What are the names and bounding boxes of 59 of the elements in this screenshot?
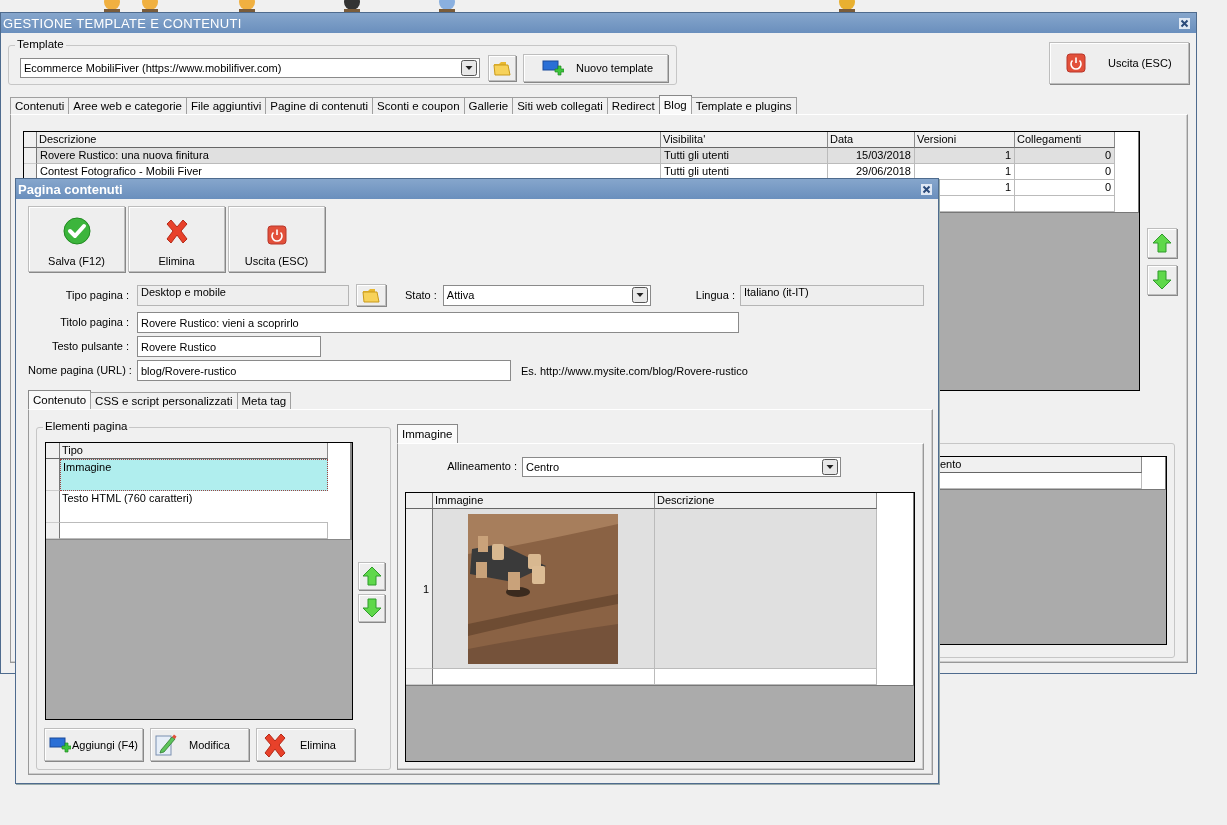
table-cell: 1 — [915, 148, 1015, 164]
delete-button[interactable]: Elimina — [256, 728, 355, 761]
tab[interactable]: Pagine di contenuti — [265, 97, 374, 114]
tab[interactable]: Blog — [658, 95, 692, 114]
column-header[interactable]: Immagine — [433, 493, 655, 509]
exit-button[interactable]: Uscita (ESC) — [1049, 42, 1189, 84]
toolbar-button[interactable]: Salva (F12) — [28, 206, 125, 272]
column-header[interactable]: Visibilita' — [661, 132, 828, 148]
tab[interactable]: Contenuto — [28, 390, 92, 409]
add-button[interactable]: Aggiungi (F4) — [44, 728, 143, 761]
window-title: GESTIONE TEMPLATE E CONTENUTI — [3, 15, 242, 31]
tab[interactable]: Contenuti — [10, 97, 70, 114]
toolbar-button[interactable]: Uscita (ESC) — [228, 206, 325, 272]
field-label: Lingua : — [695, 289, 735, 301]
new-template-button[interactable]: Nuovo template — [523, 54, 668, 82]
tab[interactable]: File aggiuntivi — [185, 97, 267, 114]
column-header[interactable]: ento — [938, 457, 1142, 473]
column-header[interactable]: Descrizione — [37, 132, 661, 148]
tab[interactable]: Sconti e coupon — [372, 97, 465, 114]
tab[interactable]: Aree web e categorie — [68, 97, 187, 114]
table-cell: 0 — [1015, 148, 1115, 164]
edit-button[interactable]: Modifica — [150, 728, 249, 761]
column-header[interactable]: Versioni — [915, 132, 1015, 148]
tab[interactable]: Template e plugins — [690, 97, 797, 114]
row-header[interactable]: 1 — [406, 509, 433, 669]
column-header[interactable]: Data — [828, 132, 915, 148]
template-combo[interactable]: Ecommerce MobiliFiver (https://www.mobilifiver.com) — [20, 58, 480, 78]
tab[interactable]: Meta tag — [236, 392, 292, 409]
group-label: Elementi pagina — [43, 420, 130, 432]
tab[interactable]: Siti web collegati — [512, 97, 608, 114]
table-cell: 0 — [1015, 164, 1115, 180]
list-item[interactable]: Testo HTML (760 caratteri) — [60, 491, 328, 523]
field-label: Tipo pagina : — [64, 287, 130, 303]
column-header[interactable]: Tipo — [60, 443, 328, 459]
button-text-field[interactable]: Rovere Rustico — [137, 336, 321, 357]
url-field[interactable]: blog/Rovere-rustico — [137, 360, 511, 381]
tab[interactable]: Immagine — [397, 424, 458, 443]
group-label: Template — [15, 38, 66, 50]
title-field[interactable]: Rovere Rustico: vieni a scoprirlo — [137, 312, 739, 333]
field-label: Testo pulsante : — [50, 339, 130, 354]
field-label: Stato : — [405, 289, 437, 301]
page-type-field: Desktop e mobile — [137, 284, 349, 306]
language-field: Italiano (it-IT) — [739, 284, 924, 306]
tab[interactable]: CSS e script personalizzati — [90, 392, 238, 409]
alignment-combo[interactable]: Centro — [522, 456, 841, 477]
window-title: Pagina contenuti — [18, 181, 123, 197]
field-label: Nome pagina (URL) : — [28, 363, 133, 378]
field-label: Allineamento : — [446, 459, 518, 474]
table-cell: 0 — [1015, 180, 1115, 196]
table-cell: 15/03/2018 — [828, 148, 915, 164]
column-header[interactable]: Collegamenti — [1015, 132, 1115, 148]
field-label: Titolo pagina : — [59, 315, 130, 330]
list-item[interactable]: Immagine — [60, 459, 328, 491]
toolbar-button[interactable]: Elimina — [128, 206, 225, 272]
url-example: Es. http://www.mysite.com/blog/Rovere-rustico — [521, 364, 748, 377]
table-cell: Tutti gli utenti — [661, 148, 828, 164]
column-header[interactable]: Descrizione — [655, 493, 877, 509]
table-cell: Rovere Rustico: una nuova finitura — [37, 148, 661, 164]
status-combo[interactable]: Attiva — [442, 284, 651, 306]
